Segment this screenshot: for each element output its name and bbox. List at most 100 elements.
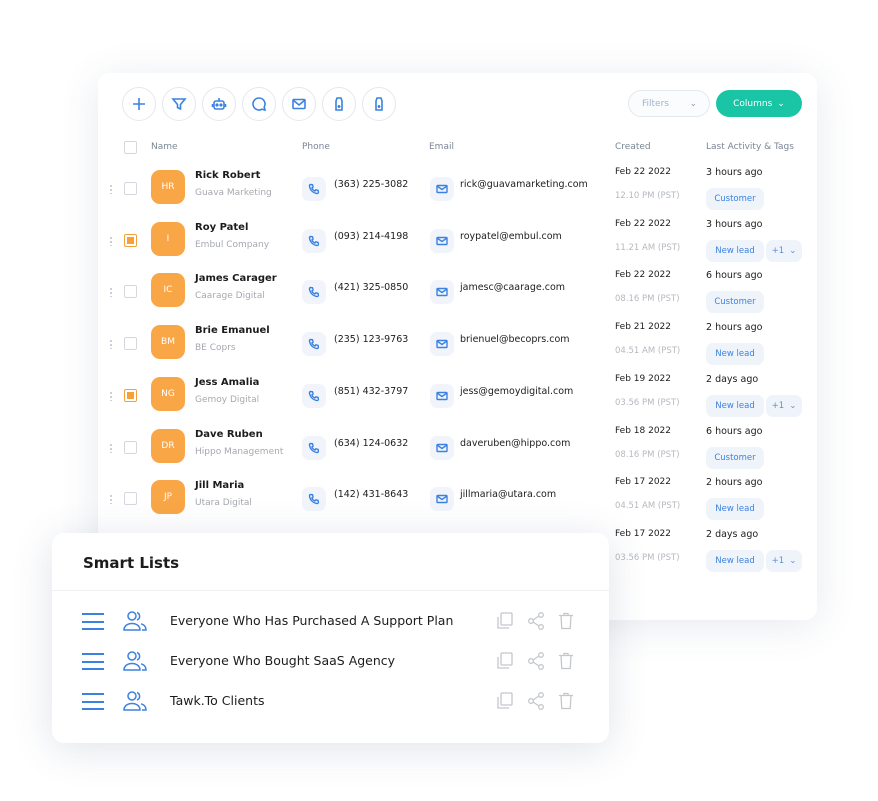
call-button[interactable] — [302, 383, 326, 408]
tag-badge[interactable]: New lead — [706, 549, 764, 572]
tag-badge[interactable]: Customer — [706, 446, 764, 469]
drag-handle[interactable] — [110, 494, 112, 505]
created-time: 12.10 PM (PST) — [615, 191, 680, 201]
row-checkbox[interactable] — [124, 492, 137, 506]
tag-remove-button[interactable] — [362, 87, 396, 121]
select-all-checkbox[interactable] — [124, 141, 137, 154]
menu-icon[interactable] — [82, 613, 104, 630]
created-date: Feb 17 2022 — [615, 528, 672, 539]
last-activity: 2 days ago — [706, 373, 759, 385]
copy-button[interactable] — [495, 651, 515, 671]
contact-name[interactable]: Brie Emanuel — [195, 325, 270, 336]
email-button[interactable] — [430, 280, 454, 305]
more-tags-dropdown[interactable]: +1 ⌄ — [766, 549, 802, 572]
email-button[interactable] — [430, 487, 454, 512]
delete-button[interactable] — [556, 691, 576, 711]
menu-icon[interactable] — [82, 653, 104, 670]
call-button[interactable] — [302, 332, 326, 357]
row-checkbox[interactable] — [124, 337, 137, 351]
created-date: Feb 21 2022 — [615, 322, 672, 333]
table-row[interactable]: I Roy Patel Embul Company (093) 214-4198 roy… — [98, 214, 817, 266]
email-address: rick@guavamarketing.com — [460, 179, 588, 190]
smart-list-label[interactable]: Everyone Who Bought SaaS Agency — [170, 653, 395, 668]
smart-list-label[interactable]: Tawk.To Clients — [170, 693, 265, 708]
table-row[interactable]: HR Rick Robert Guava Marketing (363) 225-30… — [98, 162, 817, 214]
row-checkbox[interactable] — [124, 440, 137, 454]
call-button[interactable] — [302, 228, 326, 253]
tag-badge[interactable]: New lead — [706, 394, 764, 417]
filter-button[interactable] — [162, 87, 196, 121]
columns-button[interactable]: Columns ⌄ — [716, 90, 802, 117]
smart-lists-panel: Smart Lists Everyone Who Has Purchased A… — [52, 533, 609, 743]
email-button[interactable] — [430, 383, 454, 408]
call-button[interactable] — [302, 177, 326, 201]
table-row[interactable]: BM Brie Emanuel BE Coprs (235) 123-9763 brie… — [98, 317, 817, 369]
tag-badge[interactable]: New lead — [706, 343, 764, 366]
delete-button[interactable] — [556, 651, 576, 671]
more-tags-dropdown[interactable]: +1 ⌄ — [766, 239, 802, 262]
call-button[interactable] — [302, 280, 326, 305]
copy-icon — [497, 652, 513, 669]
drag-handle[interactable] — [110, 442, 112, 453]
delete-button[interactable] — [556, 611, 576, 631]
row-checkbox[interactable] — [124, 388, 137, 402]
contact-name[interactable]: Jess Amalia — [195, 377, 259, 388]
smart-list-item[interactable]: Everyone Who Bought SaaS Agency — [52, 647, 609, 677]
contact-name[interactable]: Rick Robert — [195, 170, 260, 181]
table-row[interactable]: NG Jess Amalia Gemoy Digital (851) 432-3797… — [98, 369, 817, 421]
header-name[interactable]: Name — [151, 142, 178, 152]
phone-number: (235) 123-9763 — [334, 334, 409, 346]
share-button[interactable] — [526, 611, 546, 631]
avatar: IC — [151, 273, 185, 308]
drag-handle[interactable] — [110, 184, 112, 194]
menu-icon[interactable] — [82, 693, 104, 710]
more-tags-dropdown[interactable]: +1 ⌄ — [766, 394, 802, 417]
email-button[interactable] — [430, 228, 454, 253]
row-checkbox[interactable] — [124, 285, 137, 299]
header-phone[interactable]: Phone — [302, 142, 330, 152]
call-button[interactable] — [302, 435, 326, 460]
email-address: jillmaria@utara.com — [460, 489, 557, 501]
contact-name[interactable]: Roy Patel — [195, 222, 248, 233]
contact-name[interactable]: Jill Maria — [195, 480, 244, 491]
share-button[interactable] — [526, 651, 546, 671]
row-checkbox[interactable] — [124, 182, 137, 195]
call-button[interactable] — [302, 487, 326, 512]
created-time: 03.56 PM (PST) — [615, 552, 680, 563]
copy-button[interactable] — [495, 691, 515, 711]
tag-badge[interactable]: Customer — [706, 188, 764, 210]
header-created[interactable]: Created — [615, 142, 651, 152]
email-button[interactable] — [430, 332, 454, 357]
share-button[interactable] — [526, 691, 546, 711]
mail-button[interactable] — [282, 87, 316, 121]
email-button[interactable] — [430, 177, 454, 201]
table-row[interactable]: IC James Carager Caarage Digital (421) 325-… — [98, 265, 817, 317]
drag-handle[interactable] — [110, 339, 112, 350]
users-group-icon — [123, 651, 147, 671]
tag-badge[interactable]: New lead — [706, 239, 764, 262]
smart-list-item[interactable]: Tawk.To Clients — [52, 687, 609, 717]
filters-dropdown[interactable]: Filters ⌄ — [628, 90, 710, 117]
robot-button[interactable] — [202, 87, 236, 121]
header-last-activity[interactable]: Last Activity & Tags — [706, 142, 794, 152]
drag-handle[interactable] — [110, 287, 112, 298]
table-row[interactable]: JP Jill Maria Utara Digital (142) 431-8643 j… — [98, 472, 817, 524]
copy-button[interactable] — [495, 611, 515, 631]
email-button[interactable] — [430, 435, 454, 460]
drag-handle[interactable] — [110, 390, 112, 401]
more-tags-count: +1 — [771, 245, 785, 256]
plus-button[interactable] — [122, 87, 156, 121]
smart-list-item[interactable]: Everyone Who Has Purchased A Support Pla… — [52, 607, 609, 637]
smart-list-label[interactable]: Everyone Who Has Purchased A Support Pla… — [170, 613, 453, 628]
drag-handle[interactable] — [110, 235, 112, 246]
tag-add-button[interactable] — [322, 87, 356, 121]
row-checkbox[interactable] — [124, 233, 137, 247]
header-email[interactable]: Email — [429, 142, 454, 152]
contact-name[interactable]: James Carager — [195, 273, 277, 284]
tag-badge[interactable]: New lead — [706, 498, 764, 521]
created-time: 04.51 AM (PST) — [615, 346, 681, 357]
chat-button[interactable] — [242, 87, 276, 121]
tag-badge[interactable]: Customer — [706, 291, 764, 314]
contact-name[interactable]: Dave Ruben — [195, 429, 263, 440]
table-row[interactable]: DR Dave Ruben Hippo Management (634) 124-06… — [98, 421, 817, 473]
